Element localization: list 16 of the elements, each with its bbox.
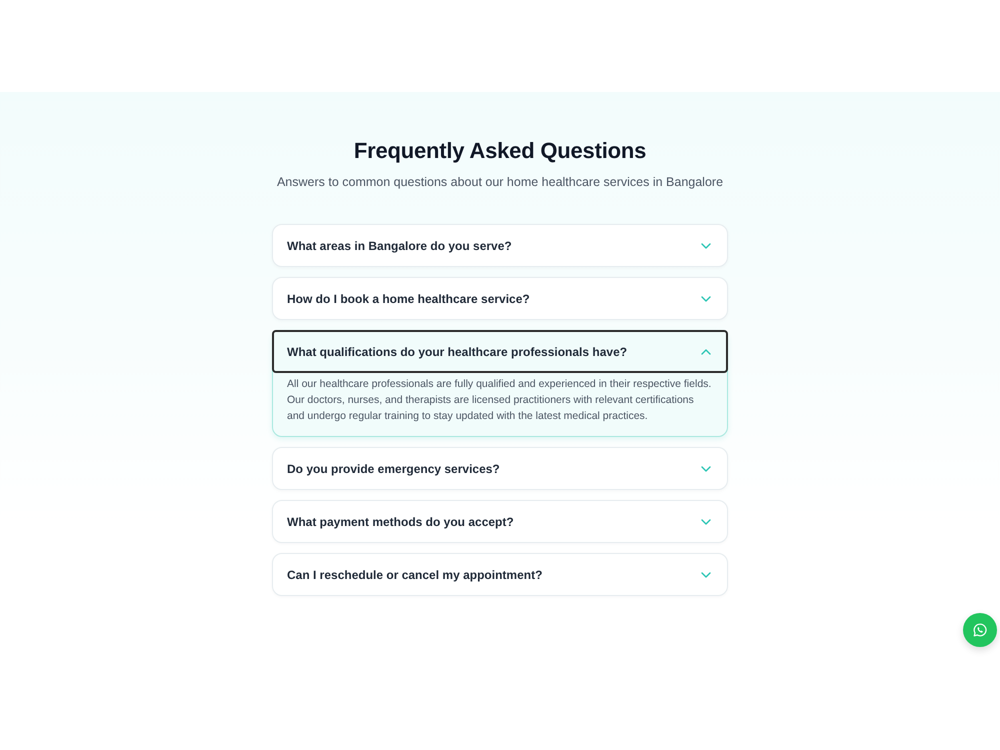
chevron-up-icon: [701, 348, 711, 354]
chevron-down-icon: [701, 518, 711, 524]
faq-question[interactable]: What areas in Bangalore do you serve?: [273, 225, 727, 266]
section-title: Frequently Asked Questions: [352, 137, 648, 165]
chevron-down-icon: [701, 296, 711, 302]
faq-question[interactable]: What payment methods do you accept?: [273, 501, 727, 542]
chevron-down-icon: [701, 242, 711, 248]
faq-question[interactable]: How do I book a home healthcare service?: [273, 278, 727, 319]
faq-question[interactable]: Can I reschedule or cancel my appointment?: [273, 554, 727, 595]
section-subtitle: Answers to common questions about our home healthcare services in Bangalore: [276, 174, 724, 190]
chevron-down-icon: [701, 466, 711, 472]
faq-question[interactable]: What qualifications do your healthcare professionals have?: [273, 331, 727, 372]
faq-answer: All our healthcare professionals are fully qualified and experienced in their respective fields. Our doctors, nurses, and therapists are licensed practitioners with relevant certifications and undergo regular training to stay updated with the latest medical practices.: [286, 377, 712, 424]
chevron-down-icon: [701, 572, 711, 578]
chat-bubble-icon: [973, 623, 987, 637]
faq-question[interactable]: Do you provide emergency services?: [273, 448, 727, 489]
